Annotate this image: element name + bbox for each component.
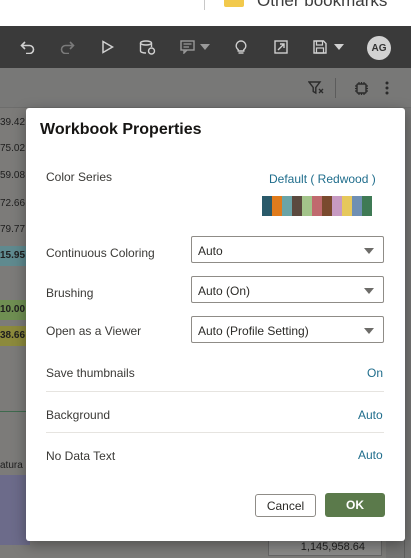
canvas-toolbar [0,68,411,108]
save-thumbnails-link[interactable]: On [367,366,383,380]
chevron-down-icon [364,288,374,294]
open-as-viewer-label: Open as a Viewer [46,324,142,338]
filter-icon[interactable] [308,68,324,108]
select-value: Auto (Profile Setting) [198,324,309,338]
save-thumbnails-label: Save thumbnails [46,366,135,380]
color-swatch [272,196,282,216]
other-bookmarks-link[interactable]: Other bookmarks [257,0,387,11]
row-label: atura [0,460,23,471]
data-refresh-icon[interactable] [138,26,156,68]
redo-icon[interactable] [58,26,76,68]
brushing-label: Brushing [46,286,94,300]
more-vertical-icon[interactable] [385,68,389,108]
color-swatch [302,196,312,216]
chevron-down-icon [364,248,374,254]
color-series-link[interactable]: Default ( Redwood ) [269,172,376,186]
color-series-label: Color Series [46,170,113,184]
save-icon[interactable] [312,26,328,68]
bookmarks-divider [204,0,205,10]
undo-icon[interactable] [18,26,36,68]
color-swatch [342,196,352,216]
color-swatch [332,196,342,216]
toolbar-separator [335,78,336,98]
app-toolbar: AG [0,26,411,68]
color-swatch [352,196,362,216]
comment-icon[interactable] [179,26,195,68]
dialog-title: Workbook Properties [40,121,202,138]
color-series-swatches [262,196,372,216]
divider [46,391,384,392]
play-icon[interactable] [99,26,115,68]
background-link[interactable]: Auto [358,408,383,422]
divider [46,432,384,433]
bookmarks-bar: Other bookmarks [0,0,411,26]
color-swatch [362,196,372,216]
ok-button[interactable]: OK [325,493,385,517]
no-data-text-link[interactable]: Auto [358,448,383,462]
no-data-text-label: No Data Text [46,449,116,463]
chevron-down-icon [364,328,374,334]
folder-icon[interactable] [224,0,244,7]
color-swatch [312,196,322,216]
chevron-down-icon[interactable] [199,26,211,68]
chevron-down-icon[interactable] [333,26,345,68]
background-label: Background [46,408,111,422]
properties-icon[interactable] [354,68,369,108]
cancel-button[interactable]: Cancel [255,494,316,517]
color-swatch [262,196,272,216]
export-icon[interactable] [273,26,289,68]
workbook-properties-dialog: Workbook Properties Color Series Default… [26,108,405,541]
lightbulb-icon[interactable] [233,26,249,68]
select-value: Auto (On) [198,284,251,298]
color-swatch [292,196,302,216]
continuous-coloring-label: Continuous Coloring [46,246,155,260]
avatar[interactable]: AG [367,36,391,60]
open-as-viewer-select[interactable]: Auto (Profile Setting) [191,316,384,343]
color-swatch [282,196,292,216]
brushing-select[interactable]: Auto (On) [191,276,384,303]
continuous-coloring-select[interactable]: Auto [191,236,384,263]
color-swatch [322,196,332,216]
select-value: Auto [198,244,223,258]
